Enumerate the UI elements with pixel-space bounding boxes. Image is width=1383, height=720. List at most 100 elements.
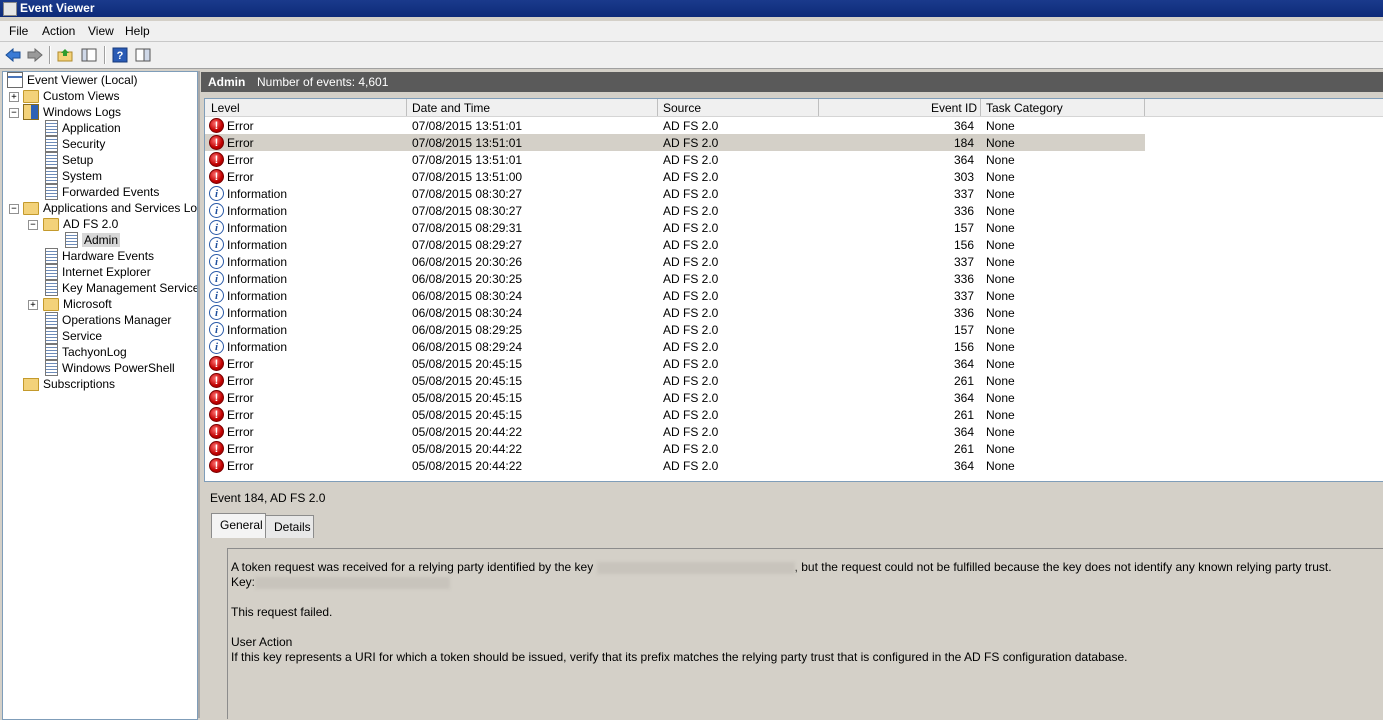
tree-node-custom-views[interactable]: Custom Views xyxy=(23,88,119,104)
tree-node-admin[interactable]: Admin xyxy=(65,232,121,248)
cell-task-category: None xyxy=(986,408,1015,422)
table-row[interactable]: ! Error 07/08/2015 13:51:01 AD FS 2.0 184 Non… xyxy=(205,134,1145,151)
table-row[interactable]: i Information 06/08/2015 20:30:25 AD FS 2.0… xyxy=(205,270,1145,287)
tree-node-forwarded-events[interactable]: Forwarded Events xyxy=(45,184,159,200)
cell-level: Information xyxy=(227,204,288,218)
collapse-minus-icon[interactable]: − xyxy=(9,108,19,118)
table-row[interactable]: i Information 06/08/2015 20:30:26 AD FS 2.0… xyxy=(205,253,1145,270)
tree-label: Operations Manager xyxy=(62,313,172,327)
table-row[interactable]: ! Error 05/08/2015 20:45:15 AD FS 2.0 261 Non… xyxy=(205,372,1145,389)
tree-node-hardware-events[interactable]: Hardware Events xyxy=(45,248,154,264)
menu-help[interactable]: Help xyxy=(125,24,150,38)
tree-node-key-management[interactable]: Key Management Service xyxy=(45,280,197,296)
menu-action[interactable]: Action xyxy=(42,24,75,38)
information-icon: i xyxy=(209,339,224,354)
table-row[interactable]: i Information 06/08/2015 08:30:24 AD FS 2.0… xyxy=(205,287,1145,304)
cell-source: AD FS 2.0 xyxy=(663,204,719,218)
tree-node-setup[interactable]: Setup xyxy=(45,152,93,168)
tree-node-service[interactable]: Service xyxy=(45,328,102,344)
tree-label: TachyonLog xyxy=(62,345,127,359)
cell-task-category: None xyxy=(986,442,1015,456)
forward-arrow-icon[interactable] xyxy=(26,46,44,64)
table-row[interactable]: i Information 06/08/2015 08:29:25 AD FS 2.0… xyxy=(205,321,1145,338)
collapse-minus-icon[interactable]: − xyxy=(28,220,38,230)
table-row[interactable]: i Information 07/08/2015 08:30:27 AD FS 2.0… xyxy=(205,185,1145,202)
error-icon: ! xyxy=(209,135,224,150)
table-row[interactable]: ! Error 05/08/2015 20:45:15 AD FS 2.0 364 Non… xyxy=(205,389,1145,406)
show-hide-tree-icon[interactable] xyxy=(80,46,98,64)
tree-node-root[interactable]: Event Viewer (Local) xyxy=(7,72,138,88)
cell-level: Information xyxy=(227,187,288,201)
log-icon xyxy=(45,184,58,200)
column-header-datetime[interactable]: Date and Time xyxy=(412,101,490,115)
tree-node-internet-explorer[interactable]: Internet Explorer xyxy=(45,264,151,280)
menu-view[interactable]: View xyxy=(88,24,114,38)
collapse-minus-icon[interactable]: − xyxy=(9,204,19,214)
table-row[interactable]: i Information 06/08/2015 08:29:24 AD FS 2.0… xyxy=(205,338,1145,355)
events-table: Level Date and Time Source Event ID Task… xyxy=(204,98,1383,482)
cell-datetime: 07/08/2015 13:51:01 xyxy=(412,153,523,167)
column-header-event-id[interactable]: Event ID xyxy=(931,101,977,115)
tab-general[interactable]: General xyxy=(211,513,266,538)
column-header-task-category[interactable]: Task Category xyxy=(986,101,1063,115)
tree-node-windows-logs[interactable]: Windows Logs xyxy=(23,104,121,120)
tree-label: Windows PowerShell xyxy=(62,361,175,375)
svg-text:?: ? xyxy=(117,50,124,62)
folder-icon xyxy=(43,217,59,231)
table-row[interactable]: ! Error 07/08/2015 13:51:00 AD FS 2.0 303 Non… xyxy=(205,168,1145,185)
cell-event-id: 261 xyxy=(953,442,974,456)
column-header-level[interactable]: Level xyxy=(211,101,240,115)
cell-source: AD FS 2.0 xyxy=(663,442,719,456)
cell-datetime: 05/08/2015 20:45:15 xyxy=(412,357,523,371)
table-row[interactable]: i Information 06/08/2015 08:30:24 AD FS 2.0… xyxy=(205,304,1145,321)
cell-event-id: 156 xyxy=(953,340,974,354)
tree-node-system[interactable]: System xyxy=(45,168,102,184)
table-row[interactable]: i Information 07/08/2015 08:29:31 AD FS 2.0… xyxy=(205,219,1145,236)
expand-plus-icon[interactable]: + xyxy=(9,92,19,102)
splitter[interactable] xyxy=(198,71,200,718)
cell-event-id: 364 xyxy=(953,153,974,167)
cell-datetime: 06/08/2015 08:30:24 xyxy=(412,306,523,320)
help-icon[interactable]: ? xyxy=(111,46,129,64)
back-arrow-icon[interactable] xyxy=(4,46,22,64)
cell-source: AD FS 2.0 xyxy=(663,408,719,422)
table-row[interactable]: ! Error 05/08/2015 20:44:22 AD FS 2.0 364 Non… xyxy=(205,423,1145,440)
expand-plus-icon[interactable]: + xyxy=(28,300,38,310)
table-row[interactable]: ! Error 07/08/2015 13:51:01 AD FS 2.0 364 Non… xyxy=(205,117,1145,134)
cell-event-id: 364 xyxy=(953,425,974,439)
tree-node-subscriptions[interactable]: Subscriptions xyxy=(23,376,115,392)
cell-datetime: 05/08/2015 20:45:15 xyxy=(412,374,523,388)
tree-node-microsoft[interactable]: Microsoft xyxy=(43,296,112,312)
cell-source: AD FS 2.0 xyxy=(663,289,719,303)
table-row[interactable]: ! Error 05/08/2015 20:45:15 AD FS 2.0 261 Non… xyxy=(205,406,1145,423)
table-row[interactable]: ! Error 05/08/2015 20:44:22 AD FS 2.0 261 Non… xyxy=(205,440,1145,457)
tree-node-operations-manager[interactable]: Operations Manager xyxy=(45,312,171,328)
tree-node-apps-services[interactable]: Applications and Services Logs xyxy=(23,200,197,216)
table-row[interactable]: ! Error 07/08/2015 13:51:01 AD FS 2.0 364 Non… xyxy=(205,151,1145,168)
table-row[interactable]: i Information 07/08/2015 08:29:27 AD FS 2.0… xyxy=(205,236,1145,253)
tab-details[interactable]: Details xyxy=(265,515,314,538)
description-text: , but the request could not be fulfilled… xyxy=(794,560,1332,574)
properties-icon[interactable] xyxy=(134,46,152,64)
table-row[interactable]: ! Error 05/08/2015 20:45:15 AD FS 2.0 364 Non… xyxy=(205,355,1145,372)
table-row[interactable]: i Information 07/08/2015 08:30:27 AD FS 2.0… xyxy=(205,202,1145,219)
event-viewer-icon xyxy=(7,72,23,88)
column-header-source[interactable]: Source xyxy=(663,101,701,115)
cell-level: Information xyxy=(227,272,288,286)
cell-event-id: 336 xyxy=(953,204,974,218)
tree-node-application[interactable]: Application xyxy=(45,120,121,136)
menu-bar: File Action View Help xyxy=(0,21,1383,42)
up-folder-icon[interactable] xyxy=(56,46,74,64)
cell-datetime: 07/08/2015 13:51:00 xyxy=(412,170,523,184)
cell-datetime: 07/08/2015 08:30:27 xyxy=(412,204,523,218)
tree-node-tachyonlog[interactable]: TachyonLog xyxy=(45,344,127,360)
tree-node-windows-powershell[interactable]: Windows PowerShell xyxy=(45,360,175,376)
menu-file[interactable]: File xyxy=(9,24,28,38)
table-row[interactable]: ! Error 05/08/2015 20:44:22 AD FS 2.0 364 Non… xyxy=(205,457,1145,474)
table-header: Level Date and Time Source Event ID Task… xyxy=(205,99,1383,117)
cell-level: Information xyxy=(227,221,288,235)
tree-node-adfs[interactable]: AD FS 2.0 xyxy=(43,216,118,232)
cell-task-category: None xyxy=(986,136,1015,150)
cell-level: Information xyxy=(227,323,288,337)
tree-node-security[interactable]: Security xyxy=(45,136,105,152)
